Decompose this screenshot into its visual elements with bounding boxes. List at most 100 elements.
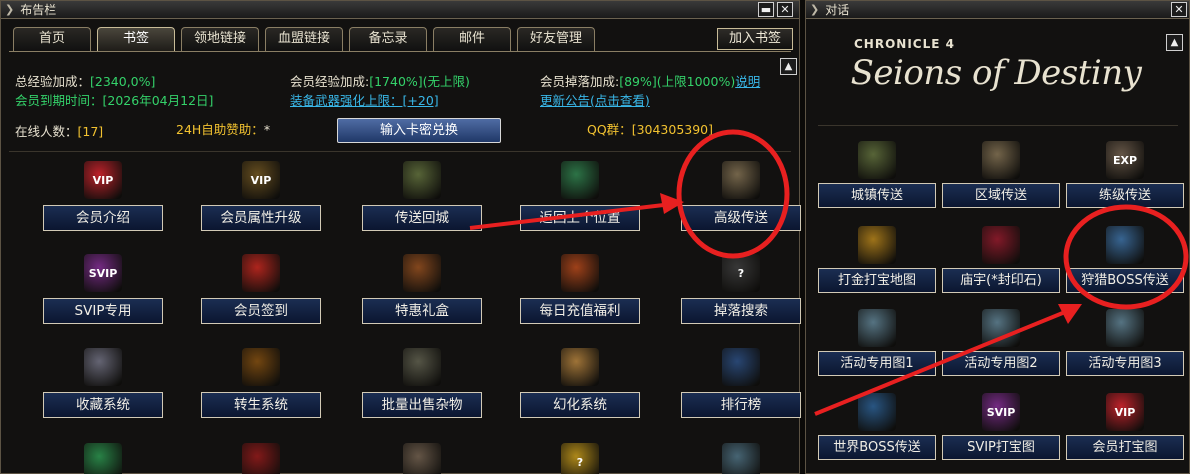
grid-item[interactable]: VIP 会员打宝图 (1066, 393, 1184, 460)
red-banner-icon[interactable] (242, 443, 280, 474)
feature-button[interactable]: 传送回城 (362, 205, 482, 231)
grid-item[interactable]: ? (520, 443, 640, 474)
quill-scroll-icon[interactable] (982, 309, 1020, 347)
dialog-titlebar[interactable]: ❯ 对话 (806, 1, 1189, 19)
drop-search-icon[interactable]: ? (722, 254, 760, 292)
feature-button[interactable]: 庙宇(*封印石) (942, 268, 1060, 293)
svip-badge-icon[interactable]: SVIP (982, 393, 1020, 431)
close-button[interactable]: ✕ (777, 2, 793, 17)
question-scroll-icon[interactable]: ? (561, 443, 599, 474)
grid-item[interactable]: 幻化系统 (520, 348, 640, 418)
crystal-crown-icon[interactable] (858, 393, 896, 431)
gold-bag-icon[interactable] (858, 226, 896, 264)
tab-memo[interactable]: 备忘录 (349, 27, 428, 51)
grid-item[interactable]: SVIP SVIP专用 (43, 254, 163, 324)
equip-limit-row[interactable]: 装备武器强化上限：[+20] (290, 90, 439, 109)
grid-item[interactable]: 城镇传送 (818, 141, 936, 208)
grid-item[interactable]: 活动专用图1 (818, 309, 936, 376)
grid-item[interactable]: 活动专用图2 (942, 309, 1060, 376)
feature-button[interactable]: 收藏系统 (43, 392, 163, 418)
quill-scroll-icon[interactable] (1106, 309, 1144, 347)
feature-button[interactable]: 批量出售杂物 (362, 392, 482, 418)
recycle-icon[interactable] (561, 161, 599, 199)
red-stone-icon[interactable] (982, 226, 1020, 264)
grid-item[interactable]: 打金打宝地图 (818, 226, 936, 293)
grid-item[interactable]: 会员签到 (201, 254, 321, 324)
tab-bookmarks[interactable]: 书签 (97, 27, 175, 51)
feature-button[interactable]: 特惠礼盒 (362, 298, 482, 324)
people-icon[interactable] (722, 348, 760, 386)
tab-friends[interactable]: 好友管理 (517, 27, 596, 51)
grid-item[interactable]: VIP 会员属性升级 (201, 161, 321, 231)
explain-link[interactable]: 说明 (735, 74, 760, 89)
bulletin-board-titlebar[interactable]: ❯ 布告栏 (1, 1, 799, 19)
grid-item[interactable]: 活动专用图3 (1066, 309, 1184, 376)
feature-button[interactable]: 排行榜 (681, 392, 801, 418)
feature-button[interactable]: 活动专用图2 (942, 351, 1060, 376)
announcement-link[interactable]: 更新公告(点击查看) (540, 93, 650, 108)
feature-button[interactable]: 狩猎BOSS传送 (1066, 268, 1184, 293)
grid-item[interactable]: VIP 会员介绍 (43, 161, 163, 231)
tab-mail[interactable]: 邮件 (433, 27, 512, 51)
grid-item[interactable] (201, 443, 321, 474)
map-icon[interactable] (858, 141, 896, 179)
vip-star-icon[interactable]: VIP (242, 161, 280, 199)
equip-limit-value[interactable]: [+20] (403, 93, 439, 108)
green-crystal-icon[interactable] (84, 443, 122, 474)
feature-button[interactable]: 幻化系统 (520, 392, 640, 418)
grid-item[interactable]: 狩猎BOSS传送 (1066, 226, 1184, 293)
vip-badge-icon[interactable]: VIP (1106, 393, 1144, 431)
grid-item[interactable]: EXP 练级传送 (1066, 141, 1184, 208)
feature-button[interactable]: SVIP专用 (43, 298, 163, 324)
feature-button[interactable]: 会员打宝图 (1066, 435, 1184, 460)
quill-scroll-icon[interactable] (858, 309, 896, 347)
feature-button[interactable]: 世界BOSS传送 (818, 435, 936, 460)
grid-item[interactable]: 收藏系统 (43, 348, 163, 418)
grid-item[interactable]: 高级传送 (681, 161, 801, 231)
feature-button[interactable]: 活动专用图3 (1066, 351, 1184, 376)
scroll-up-button[interactable]: ▲ (780, 58, 797, 75)
dialog-close-button[interactable]: ✕ (1171, 2, 1187, 17)
grid-item[interactable]: ? 掉落搜索 (681, 254, 801, 324)
blue-scroll-icon[interactable] (1106, 226, 1144, 264)
feature-button[interactable]: 区域传送 (942, 183, 1060, 208)
grid-item[interactable] (681, 443, 801, 474)
feature-button[interactable]: 返回上个位置 (520, 205, 640, 231)
announcement-row[interactable]: 更新公告(点击查看) (540, 90, 650, 109)
feature-button[interactable]: 掉落搜索 (681, 298, 801, 324)
feature-button[interactable]: 会员属性升级 (201, 205, 321, 231)
gear-emblem-icon[interactable] (403, 443, 441, 474)
feature-button[interactable]: SVIP打宝图 (942, 435, 1060, 460)
grid-item[interactable]: 庙宇(*封印石) (942, 226, 1060, 293)
scroll-icon[interactable] (722, 161, 760, 199)
grid-item[interactable]: 每日充值福利 (520, 254, 640, 324)
feature-button[interactable]: 打金打宝地图 (818, 268, 936, 293)
add-bookmark-button[interactable]: 加入书签 (717, 28, 793, 50)
grid-item[interactable]: 返回上个位置 (520, 161, 640, 231)
grid-item[interactable] (362, 443, 482, 474)
crown-icon[interactable] (242, 254, 280, 292)
minimize-button[interactable]: ▬ (758, 2, 774, 17)
grid-item[interactable]: 世界BOSS传送 (818, 393, 936, 460)
equip-limit-label[interactable]: 装备武器强化上限： (290, 93, 403, 108)
tab-clan-links[interactable]: 血盟链接 (265, 27, 344, 51)
grid-item[interactable]: 转生系统 (201, 348, 321, 418)
map-icon[interactable] (403, 161, 441, 199)
feature-button[interactable]: 会员介绍 (43, 205, 163, 231)
grid-item[interactable]: 批量出售杂物 (362, 348, 482, 418)
grid-item[interactable]: SVIP SVIP打宝图 (942, 393, 1060, 460)
feature-button[interactable]: 城镇传送 (818, 183, 936, 208)
character-face-icon[interactable] (561, 348, 599, 386)
grid-item[interactable]: 区域传送 (942, 141, 1060, 208)
collection-bag-icon[interactable] (84, 348, 122, 386)
vip-badge-icon[interactable]: VIP (84, 161, 122, 199)
grid-item[interactable]: 排行榜 (681, 348, 801, 418)
scroll-icon[interactable] (982, 141, 1020, 179)
grid-item[interactable] (43, 443, 163, 474)
exp-icon[interactable]: EXP (1106, 141, 1144, 179)
mortar-icon[interactable] (403, 348, 441, 386)
tab-territory-links[interactable]: 领地链接 (181, 27, 260, 51)
coin-stack-icon[interactable] (561, 254, 599, 292)
dialog-scroll-up-button[interactable]: ▲ (1166, 34, 1183, 51)
grid-item[interactable]: 特惠礼盒 (362, 254, 482, 324)
